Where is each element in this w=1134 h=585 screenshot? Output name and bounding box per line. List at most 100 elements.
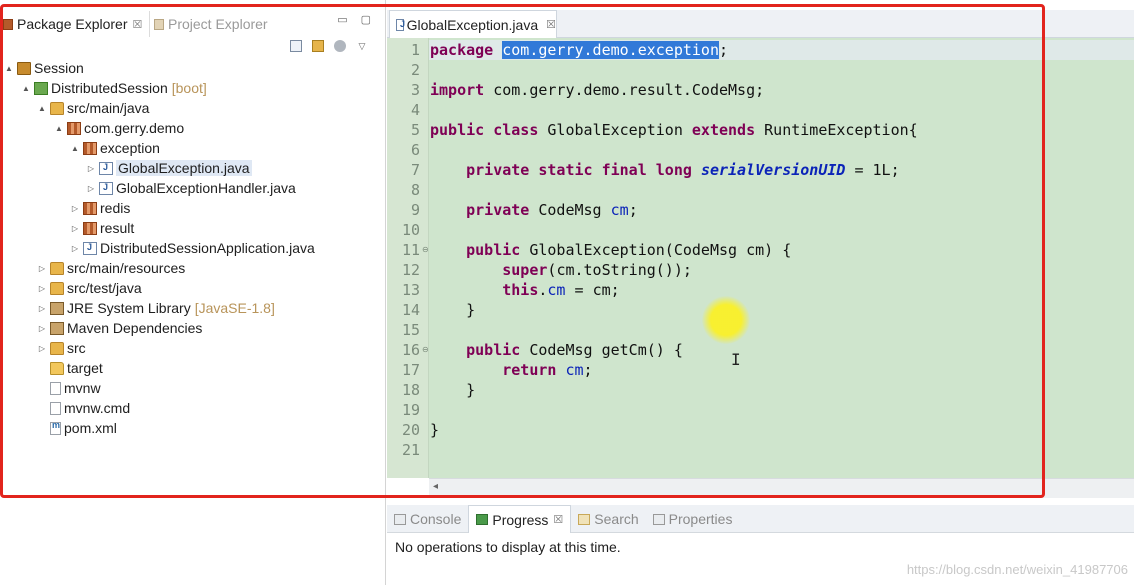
field: cm (565, 361, 584, 379)
tree-item-distributedsessionapplication-java[interactable]: ▷ DistributedSessionApplication.java (70, 238, 315, 258)
parameter: cm (556, 261, 575, 279)
minimize-icon[interactable]: ▭ (337, 13, 347, 26)
expand-icon[interactable]: ▷ (37, 344, 47, 353)
tab-console[interactable]: Console (387, 505, 468, 533)
progress-status-text: No operations to display at this time. (395, 539, 621, 555)
tree-item-src[interactable]: ▷ src (37, 338, 86, 358)
tab-package-explorer[interactable]: Package Explorer ☒ (0, 11, 150, 37)
package-icon (67, 121, 81, 135)
view-menu-icon[interactable]: ▽ (356, 40, 368, 52)
expand-icon[interactable]: ▷ (70, 204, 80, 213)
expand-icon[interactable]: ▲ (54, 124, 64, 133)
java-file-icon (83, 241, 97, 255)
line-number: 3 (410, 81, 420, 99)
tab-search[interactable]: Search (571, 505, 645, 533)
tab-project-explorer[interactable]: Project Explorer (150, 11, 280, 37)
keyword: import (430, 81, 485, 99)
code-line-7: private static final long serialVersionU… (430, 160, 900, 180)
keyword: private static final long (466, 161, 692, 179)
properties-icon (652, 513, 665, 525)
parameter: cm (592, 281, 611, 299)
left-tab-bar: Package Explorer ☒ Project Explorer (0, 11, 386, 37)
tree-item-src-main-java[interactable]: ▲ src/main/java (37, 98, 149, 118)
tree-item-result[interactable]: ▷ result (70, 218, 134, 238)
close-icon[interactable]: ☒ (553, 513, 563, 526)
tab-label: Console (410, 511, 462, 527)
tree-item-target[interactable]: target (37, 358, 103, 378)
maximize-icon[interactable]: ▢ (361, 13, 371, 26)
link-with-editor-icon[interactable] (312, 40, 324, 52)
tree-item-pom-xml[interactable]: pom.xml (37, 418, 117, 438)
tree-item-redis[interactable]: ▷ redis (70, 198, 130, 218)
tree-item-jre-system-library[interactable]: ▷ JRE System Library [JavaSE-1.8] (37, 298, 275, 318)
expand-icon[interactable]: ▷ (37, 264, 47, 273)
tree-item-src-main-resources[interactable]: ▷ src/main/resources (37, 258, 185, 278)
tree-label: mvnw (64, 380, 101, 396)
tree-label: pom.xml (64, 420, 117, 436)
line-number: 20 (401, 421, 420, 439)
tree-label: mvnw.cmd (64, 400, 131, 416)
collapse-all-icon[interactable] (290, 40, 302, 52)
keyword: this (502, 281, 539, 299)
line-number: 11 (401, 241, 420, 259)
expand-icon[interactable]: ▷ (70, 244, 80, 253)
close-icon[interactable]: ☒ (546, 18, 556, 31)
keyword: public (430, 121, 485, 139)
fold-icon[interactable]: ⊖ (422, 240, 429, 260)
tab-label: Package Explorer (17, 16, 128, 32)
java-file-icon (99, 181, 113, 195)
code-line-1: package com.gerry.demo.exception; (430, 40, 728, 60)
keyword: super (502, 261, 548, 279)
line-number: 5 (410, 121, 420, 139)
tree-item-maven-dependencies[interactable]: ▷ Maven Dependencies (37, 318, 203, 338)
file-icon (50, 401, 61, 415)
jre-decoration: [JavaSE-1.8] (194, 300, 275, 316)
line-number: 8 (410, 181, 420, 199)
tree-label: JRE System Library (67, 300, 191, 316)
expand-icon[interactable]: ▷ (86, 184, 96, 193)
focus-icon[interactable] (334, 40, 346, 52)
scroll-left-icon[interactable]: ◂ (433, 481, 438, 492)
tree-item-globalexception-java[interactable]: ▷ GlobalException.java (86, 158, 252, 178)
package-icon (83, 141, 97, 155)
line-number: 19 (401, 401, 420, 419)
view-controls: ▭ ▢ (337, 13, 371, 26)
library-icon (50, 321, 64, 335)
fold-icon[interactable]: ⊖ (422, 340, 429, 360)
tree-item-globalexceptionhandler-java[interactable]: ▷ GlobalExceptionHandler.java (86, 178, 296, 198)
tree-item-mvnw-cmd[interactable]: mvnw.cmd (37, 398, 130, 418)
expand-icon[interactable]: ▷ (37, 284, 47, 293)
expand-icon[interactable]: ▲ (70, 144, 80, 153)
tree-item-src-test-java[interactable]: ▷ src/test/java (37, 278, 142, 298)
code-editor[interactable]: 1 2 3 4 5 6 7 8 9 10 11 12 13 14 15 16 1… (387, 38, 1134, 478)
tab-progress[interactable]: Progress ☒ (468, 505, 572, 533)
expand-icon[interactable]: ▲ (4, 64, 14, 73)
horizontal-scrollbar[interactable]: ◂ (429, 478, 1134, 498)
code-text: .toString()); (574, 261, 692, 279)
tree-item-session[interactable]: ▲ Session (4, 58, 84, 78)
close-icon[interactable]: ☒ (133, 18, 143, 31)
expand-icon[interactable]: ▷ (37, 304, 47, 313)
code-line-20: } (430, 420, 439, 440)
expand-icon[interactable]: ▲ (21, 84, 31, 93)
selected-text: com.gerry.demo.exception (502, 41, 719, 59)
tree-label: src/test/java (67, 280, 142, 296)
project-icon (17, 61, 31, 75)
expand-icon[interactable]: ▷ (70, 224, 80, 233)
expand-icon[interactable]: ▲ (37, 104, 47, 113)
tab-properties[interactable]: Properties (646, 505, 740, 533)
package-icon (83, 201, 97, 215)
tree-item-mvnw[interactable]: mvnw (37, 378, 101, 398)
expand-icon[interactable]: ▷ (37, 324, 47, 333)
tree-label: DistributedSessionApplication.java (100, 240, 315, 256)
boot-decoration: [boot] (171, 80, 207, 96)
line-number: 4 (410, 101, 420, 119)
tree-item-distributedsession[interactable]: ▲ DistributedSession [boot] (21, 78, 207, 98)
package-explorer-panel: Package Explorer ☒ Project Explorer ▭ ▢ … (0, 0, 386, 585)
code-text: } (430, 421, 440, 439)
tree-item-com-gerry-demo[interactable]: ▲ com.gerry.demo (54, 118, 184, 138)
tree-item-exception[interactable]: ▲ exception (70, 138, 160, 158)
editor-tab-globalexception[interactable]: GlobalException.java ☒ (389, 10, 557, 38)
expand-icon[interactable]: ▷ (86, 164, 96, 173)
tab-label: Search (594, 511, 639, 527)
